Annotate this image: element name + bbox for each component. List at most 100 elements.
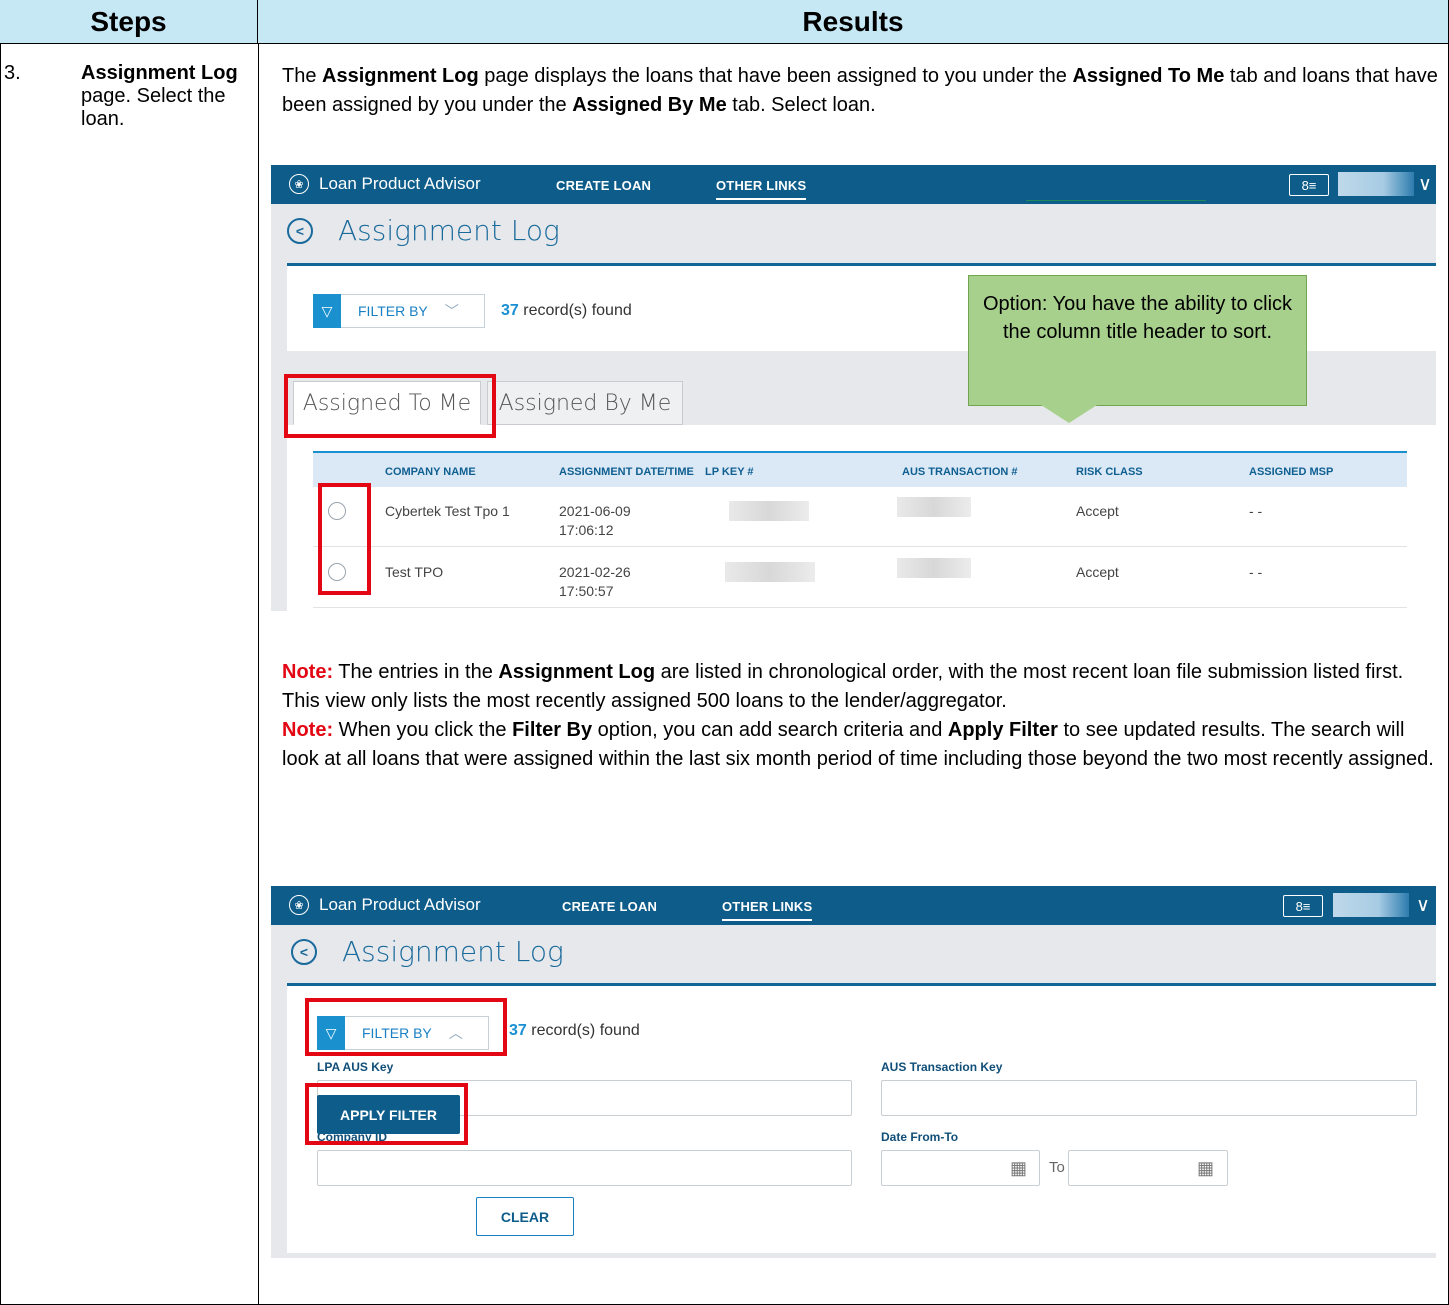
risk-class: Accept bbox=[1076, 564, 1119, 580]
date-to-input[interactable]: ▦ bbox=[1068, 1150, 1228, 1186]
column-aus-transaction[interactable]: AUS TRANSACTION # bbox=[902, 466, 1018, 478]
loans-table: COMPANY NAME ASSIGNMENT DATE/TIME LP KEY… bbox=[287, 425, 1436, 611]
table-row[interactable]: Test TPO 2021-02-26 17:50:57 Accept - - bbox=[313, 548, 1407, 608]
calendar-icon[interactable]: ▦ bbox=[1197, 1158, 1214, 1179]
note-bold: Assignment Log bbox=[498, 661, 656, 683]
column-assignment-date[interactable]: ASSIGNMENT DATE/TIME bbox=[559, 466, 694, 478]
loan-product-advisor-logo-icon: ❀ bbox=[289, 895, 309, 915]
page-header: < Assignment Log bbox=[271, 204, 1436, 264]
brand-name: Loan Product Advisor bbox=[319, 174, 481, 193]
clear-button[interactable]: CLEAR bbox=[476, 1197, 574, 1236]
nav-other-links[interactable]: OTHER LINKS bbox=[722, 899, 813, 921]
aus-transaction-key-input[interactable] bbox=[881, 1080, 1417, 1116]
brand[interactable]: ❀ Loan Product Advisor bbox=[289, 174, 481, 194]
column-risk-class[interactable]: RISK CLASS bbox=[1076, 466, 1143, 478]
time: 17:50:57 bbox=[559, 583, 614, 599]
date-from-input[interactable]: ▦ bbox=[881, 1150, 1040, 1186]
date-from-to-label: Date From-To bbox=[881, 1130, 959, 1144]
column-company-name[interactable]: COMPANY NAME bbox=[385, 466, 476, 478]
chevron-down-icon: ﹀ bbox=[444, 303, 459, 319]
note-text: option, you can add search criteria and bbox=[592, 719, 948, 741]
lp-key-redacted bbox=[725, 562, 815, 582]
user-name-redacted[interactable] bbox=[1333, 893, 1409, 917]
loan-product-advisor-logo-icon: ❀ bbox=[289, 174, 309, 194]
top-nav-bar: ❀ Loan Product Advisor CREATE LOAN OTHER… bbox=[271, 165, 1436, 204]
intro-paragraph: The Assignment Log page displays the loa… bbox=[282, 62, 1442, 120]
records-found: 37 record(s) found bbox=[509, 1022, 640, 1040]
intro-bold: Assigned By Me bbox=[572, 94, 727, 116]
highlight-filter-by bbox=[305, 998, 507, 1056]
records-text: record(s) found bbox=[518, 302, 632, 319]
page-header: < Assignment Log bbox=[271, 925, 1436, 985]
nav-create-loan[interactable]: CREATE LOAN bbox=[556, 178, 651, 193]
note-label: Note: bbox=[282, 661, 334, 683]
records-count: 37 bbox=[509, 1022, 527, 1039]
user-card-icon[interactable]: 8≡ bbox=[1289, 174, 1329, 196]
user-card-icon[interactable]: 8≡ bbox=[1283, 895, 1323, 917]
column-lp-key[interactable]: LP KEY # bbox=[705, 466, 754, 478]
note-bold: Filter By bbox=[512, 719, 593, 741]
user-name-redacted[interactable] bbox=[1338, 172, 1414, 196]
time: 17:06:12 bbox=[559, 522, 614, 538]
assigned-msp: - - bbox=[1249, 503, 1263, 519]
aus-transaction-redacted bbox=[897, 558, 971, 578]
filter-icon: ▽ bbox=[313, 294, 341, 328]
nav-create-loan[interactable]: CREATE LOAN bbox=[562, 899, 657, 914]
note-1: Note: The entries in the Assignment Log … bbox=[282, 658, 1442, 716]
chevron-down-icon[interactable]: ∨ bbox=[1416, 894, 1430, 917]
assignment-date: 2021-02-26 17:50:57 bbox=[559, 563, 631, 601]
brand-name: Loan Product Advisor bbox=[319, 895, 481, 914]
records-count: 37 bbox=[501, 302, 519, 319]
lp-key-redacted bbox=[729, 501, 809, 521]
intro-text: tab. Select loan. bbox=[726, 94, 876, 116]
steps-header: Steps bbox=[0, 0, 258, 44]
tab-assigned-by-me[interactable]: Assigned By Me bbox=[487, 381, 683, 425]
date: 2021-02-26 bbox=[559, 564, 631, 580]
note-text: When you click the bbox=[333, 719, 513, 741]
callout-pointer bbox=[1041, 405, 1097, 423]
calendar-icon[interactable]: ▦ bbox=[1010, 1158, 1027, 1179]
page-title: Assignment Log bbox=[338, 214, 560, 247]
table-header-row: COMPANY NAME ASSIGNMENT DATE/TIME LP KEY… bbox=[313, 451, 1407, 487]
aus-transaction-key-label: AUS Transaction Key bbox=[881, 1060, 1003, 1074]
note-2: Note: When you click the Filter By optio… bbox=[282, 716, 1442, 774]
records-found: 37 record(s) found bbox=[501, 302, 632, 320]
records-text: record(s) found bbox=[526, 1022, 640, 1039]
note-text: The entries in the bbox=[333, 661, 499, 683]
column-assigned-msp[interactable]: ASSIGNED MSP bbox=[1249, 466, 1333, 478]
results-header: Results bbox=[258, 0, 1448, 44]
assigned-msp: - - bbox=[1249, 564, 1263, 580]
aus-transaction-redacted bbox=[897, 497, 971, 517]
back-arrow-icon[interactable]: < bbox=[291, 939, 317, 965]
assignment-date: 2021-06-09 17:06:12 bbox=[559, 502, 631, 540]
company-name: Test TPO bbox=[385, 564, 444, 580]
brand[interactable]: ❀ Loan Product Advisor bbox=[289, 895, 481, 915]
highlight-apply-filter bbox=[305, 1083, 468, 1145]
intro-bold: Assigned To Me bbox=[1072, 65, 1225, 87]
step-desc: page. Select the loan. bbox=[81, 85, 226, 130]
risk-class: Accept bbox=[1076, 503, 1119, 519]
note-label: Note: bbox=[282, 719, 334, 741]
step-text: Assignment Log page. Select the loan. bbox=[81, 62, 251, 131]
back-arrow-icon[interactable]: < bbox=[287, 218, 313, 244]
company-name: Cybertek Test Tpo 1 bbox=[385, 503, 510, 519]
nav-other-links[interactable]: OTHER LINKS bbox=[716, 178, 807, 200]
highlight-assigned-to-me bbox=[284, 374, 496, 438]
filter-label: FILTER BY bbox=[358, 303, 428, 319]
lpa-aus-key-label: LPA AUS Key bbox=[317, 1060, 394, 1074]
filter-by-button[interactable]: ▽ FILTER BY ﹀ bbox=[313, 294, 485, 328]
highlight-radio-buttons bbox=[318, 483, 371, 595]
table-row[interactable]: Cybertek Test Tpo 1 2021-06-09 17:06:12 A… bbox=[313, 487, 1407, 547]
chevron-down-icon[interactable]: ∨ bbox=[1418, 173, 1432, 196]
page-title: Assignment Log bbox=[342, 935, 564, 968]
step-number: 3. bbox=[4, 62, 21, 84]
step-title: Assignment Log bbox=[81, 62, 238, 84]
note-bold: Apply Filter bbox=[947, 719, 1058, 741]
search-area[interactable] bbox=[1026, 171, 1206, 201]
company-id-input[interactable] bbox=[317, 1150, 852, 1186]
intro-bold: Assignment Log bbox=[322, 65, 479, 87]
intro-text: The bbox=[282, 65, 323, 87]
date: 2021-06-09 bbox=[559, 503, 631, 519]
to-label: To bbox=[1049, 1159, 1065, 1176]
top-nav-bar: ❀ Loan Product Advisor CREATE LOAN OTHER… bbox=[271, 886, 1436, 925]
